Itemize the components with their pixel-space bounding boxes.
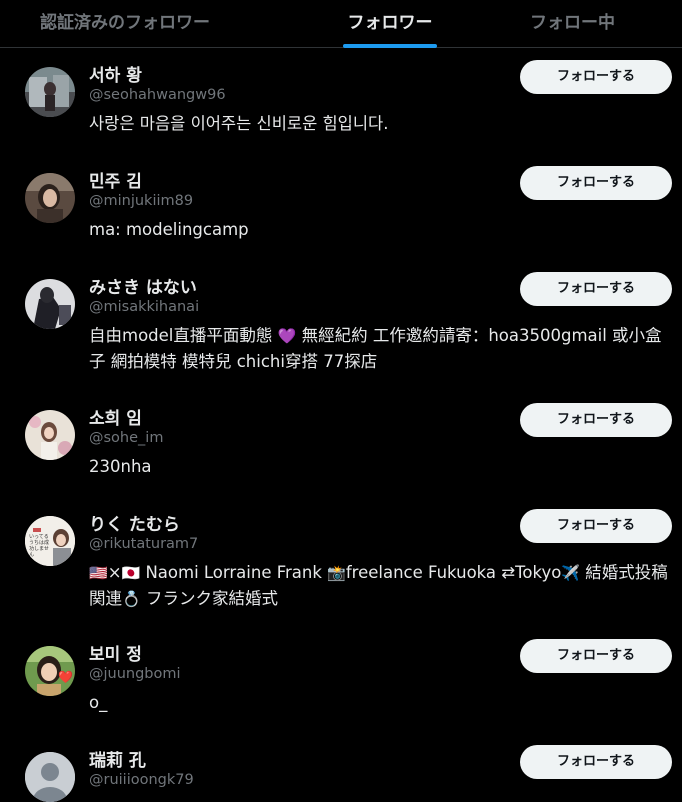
follow-button[interactable]: フォローする <box>520 745 672 779</box>
default-avatar-icon[interactable] <box>25 752 75 802</box>
user-bio: o_ <box>89 693 108 712</box>
user-name: 瑞莉 孔 <box>89 751 146 771</box>
user-name: 서하 황 <box>89 66 142 86</box>
airplane-icon: ✈️ <box>561 564 580 582</box>
user-handle: @seohahwangw96 <box>89 87 226 103</box>
avatar[interactable] <box>25 410 75 460</box>
tab-followers[interactable]: フォロワー <box>300 0 480 48</box>
tab-following[interactable]: フォロー中 <box>485 0 660 47</box>
user-handle: @juungbomi <box>89 666 181 682</box>
user-handle: @sohe_im <box>89 430 164 446</box>
ring-icon: 💍 <box>122 590 141 608</box>
user-name: 보미 정 <box>89 645 142 665</box>
follow-button[interactable]: フォローする <box>520 272 672 306</box>
us-flag-icon: 🇺🇸 <box>89 564 108 582</box>
user-name: みさき はない <box>89 278 197 298</box>
tab-verified-followers[interactable]: 認証済みのフォロワー <box>0 0 250 47</box>
user-name: 소희 임 <box>89 409 142 429</box>
avatar[interactable]: いってるうちは成功しません <box>25 516 75 566</box>
follow-button[interactable]: フォローする <box>520 403 672 437</box>
user-handle: @rikutaturam7 <box>89 536 199 552</box>
purple-heart-icon: 💜 <box>277 327 297 345</box>
user-bio: 230nha <box>89 457 152 476</box>
user-name: 민주 김 <box>89 172 142 192</box>
user-bio: ma: modelingcamp <box>89 220 249 239</box>
follow-button[interactable]: フォローする <box>520 509 672 543</box>
avatar[interactable]: ❤️ <box>25 646 75 696</box>
user-handle: @misakkihanai <box>89 299 200 315</box>
user-bio: 自由model直播平面動態 💜 無經紀約 工作邀約請寄：hoa3500gmail… <box>89 326 662 371</box>
heart-icon: ❤️ <box>58 670 73 684</box>
user-name: りく たむら <box>89 515 180 535</box>
follow-button[interactable]: フォローする <box>520 166 672 200</box>
avatar[interactable] <box>25 173 75 223</box>
avatar[interactable] <box>25 279 75 329</box>
user-bio: 🇺🇸×🇯🇵 Naomi Lorraine Frank 📸freelance Fu… <box>89 563 668 608</box>
follow-button[interactable]: フォローする <box>520 60 672 94</box>
follower-tabs: 認証済みのフォロワー フォロワー フォロー中 <box>0 0 682 48</box>
camera-icon: 📸 <box>327 564 346 582</box>
avatar[interactable] <box>25 67 75 117</box>
user-handle: @minjukiim89 <box>89 193 194 209</box>
active-tab-indicator <box>343 44 437 48</box>
avatar-caption: いってるうちは成功しません <box>29 534 50 558</box>
user-handle: @ruiiioongk79 <box>89 772 194 788</box>
japan-flag-icon: 🇯🇵 <box>121 564 141 582</box>
user-bio: 사랑은 마음을 이어주는 신비로운 힘입니다. <box>89 114 389 133</box>
follow-button[interactable]: フォローする <box>520 639 672 673</box>
